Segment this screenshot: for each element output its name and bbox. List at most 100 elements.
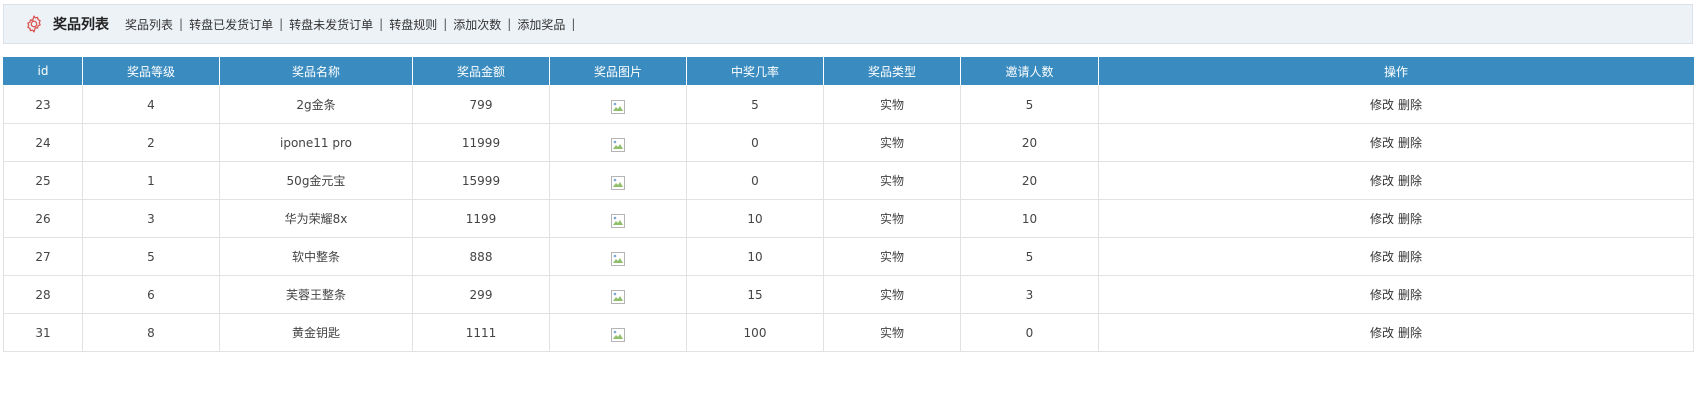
cell-name: 2g金条 — [219, 85, 413, 124]
cell-name: 50g金元宝 — [219, 161, 413, 200]
cell-amount: 1199 — [412, 199, 550, 238]
cell-invites: 0 — [960, 313, 1099, 352]
cell-invites: 5 — [960, 237, 1099, 276]
cell-id: 31 — [3, 313, 83, 352]
cell-image — [549, 161, 687, 200]
nav-unshipped-orders[interactable]: 转盘未发货订单 — [289, 16, 373, 33]
cell-actions: 修改 删除 — [1098, 275, 1694, 314]
table-row: 27 5 软中整条 888 10 实物 5 修改 删除 — [3, 237, 1694, 276]
edit-link[interactable]: 修改 — [1370, 136, 1394, 150]
cell-amount: 299 — [412, 275, 550, 314]
cell-image — [549, 313, 687, 352]
cell-type: 实物 — [823, 85, 961, 124]
cell-rate: 10 — [686, 237, 824, 276]
nav-prize-list[interactable]: 奖品列表 — [125, 16, 173, 33]
nav-shipped-orders[interactable]: 转盘已发货订单 — [189, 16, 273, 33]
cell-level: 5 — [82, 237, 220, 276]
table-row: 31 8 黄金钥匙 1111 100 实物 0 修改 删除 — [3, 313, 1694, 352]
nav-separator: | — [279, 17, 284, 31]
table-body: 23 4 2g金条 799 5 实物 5 修改 删除 24 2 ipone11 pro 11999 0 实物… — [3, 85, 1694, 352]
nav-separator: | — [571, 17, 576, 31]
column-header-rate: 中奖几率 — [686, 57, 824, 86]
cell-level: 8 — [82, 313, 220, 352]
cell-invites: 5 — [960, 85, 1099, 124]
cell-id: 24 — [3, 123, 83, 162]
cell-level: 6 — [82, 275, 220, 314]
column-header-invites: 邀请人数 — [960, 57, 1099, 86]
edit-link[interactable]: 修改 — [1370, 174, 1394, 188]
column-header-amount: 奖品金额 — [412, 57, 550, 86]
delete-link[interactable]: 删除 — [1398, 174, 1422, 188]
edit-link[interactable]: 修改 — [1370, 288, 1394, 302]
broken-image-icon — [611, 289, 625, 304]
cell-invites: 10 — [960, 199, 1099, 238]
delete-link[interactable]: 删除 — [1398, 98, 1422, 112]
cell-id: 23 — [3, 85, 83, 124]
cell-rate: 10 — [686, 199, 824, 238]
edit-link[interactable]: 修改 — [1370, 250, 1394, 264]
cell-name: ipone11 pro — [219, 123, 413, 162]
cell-actions: 修改 删除 — [1098, 123, 1694, 162]
nav-wheel-rules[interactable]: 转盘规则 — [389, 16, 437, 33]
table-header-row: id 奖品等级 奖品名称 奖品金额 奖品图片 中奖几率 奖品类型 邀请人数 操作 — [3, 57, 1694, 86]
broken-image-icon — [611, 327, 625, 342]
gear-icon — [22, 12, 46, 36]
nav-separator: | — [379, 17, 384, 31]
cell-name: 软中整条 — [219, 237, 413, 276]
cell-name: 黄金钥匙 — [219, 313, 413, 352]
cell-rate: 15 — [686, 275, 824, 314]
cell-id: 26 — [3, 199, 83, 238]
table-row: 24 2 ipone11 pro 11999 0 实物 20 修改 删除 — [3, 123, 1694, 162]
delete-link[interactable]: 删除 — [1398, 136, 1422, 150]
column-header-id: id — [3, 57, 83, 86]
cell-invites: 3 — [960, 275, 1099, 314]
cell-name: 华为荣耀8x — [219, 199, 413, 238]
cell-image — [549, 199, 687, 238]
cell-id: 27 — [3, 237, 83, 276]
cell-type: 实物 — [823, 123, 961, 162]
table-row: 28 6 芙蓉王整条 299 15 实物 3 修改 删除 — [3, 275, 1694, 314]
nav-separator: | — [507, 17, 512, 31]
broken-image-icon — [611, 175, 625, 190]
cell-amount: 799 — [412, 85, 550, 124]
edit-link[interactable]: 修改 — [1370, 212, 1394, 226]
cell-type: 实物 — [823, 237, 961, 276]
cell-type: 实物 — [823, 161, 961, 200]
delete-link[interactable]: 删除 — [1398, 326, 1422, 340]
top-nav: 奖品列表 | 转盘已发货订单 | 转盘未发货订单 | 转盘规则 | 添加次数 |… — [125, 16, 581, 33]
edit-link[interactable]: 修改 — [1370, 326, 1394, 340]
nav-add-prize[interactable]: 添加奖品 — [517, 16, 565, 33]
delete-link[interactable]: 删除 — [1398, 288, 1422, 302]
cell-invites: 20 — [960, 161, 1099, 200]
cell-actions: 修改 删除 — [1098, 237, 1694, 276]
nav-separator: | — [179, 17, 184, 31]
cell-actions: 修改 删除 — [1098, 313, 1694, 352]
cell-invites: 20 — [960, 123, 1099, 162]
cell-rate: 0 — [686, 123, 824, 162]
column-header-name: 奖品名称 — [219, 57, 413, 86]
delete-link[interactable]: 删除 — [1398, 212, 1422, 226]
delete-link[interactable]: 删除 — [1398, 250, 1422, 264]
table-row: 23 4 2g金条 799 5 实物 5 修改 删除 — [3, 85, 1694, 124]
column-header-actions: 操作 — [1098, 57, 1694, 86]
cell-image — [549, 85, 687, 124]
cell-id: 25 — [3, 161, 83, 200]
broken-image-icon — [611, 251, 625, 266]
edit-link[interactable]: 修改 — [1370, 98, 1394, 112]
broken-image-icon — [611, 213, 625, 228]
broken-image-icon — [611, 137, 625, 152]
table-row: 26 3 华为荣耀8x 1199 10 实物 10 修改 删除 — [3, 199, 1694, 238]
cell-type: 实物 — [823, 313, 961, 352]
cell-amount: 1111 — [412, 313, 550, 352]
cell-level: 1 — [82, 161, 220, 200]
nav-add-times[interactable]: 添加次数 — [453, 16, 501, 33]
cell-level: 2 — [82, 123, 220, 162]
column-header-type: 奖品类型 — [823, 57, 961, 86]
broken-image-icon — [611, 99, 625, 114]
cell-actions: 修改 删除 — [1098, 199, 1694, 238]
cell-amount: 11999 — [412, 123, 550, 162]
page-title: 奖品列表 — [53, 17, 109, 33]
prize-table: id 奖品等级 奖品名称 奖品金额 奖品图片 中奖几率 奖品类型 邀请人数 操作… — [3, 57, 1694, 352]
page-header: 奖品列表 奖品列表 | 转盘已发货订单 | 转盘未发货订单 | 转盘规则 | 添… — [3, 4, 1693, 44]
cell-image — [549, 275, 687, 314]
